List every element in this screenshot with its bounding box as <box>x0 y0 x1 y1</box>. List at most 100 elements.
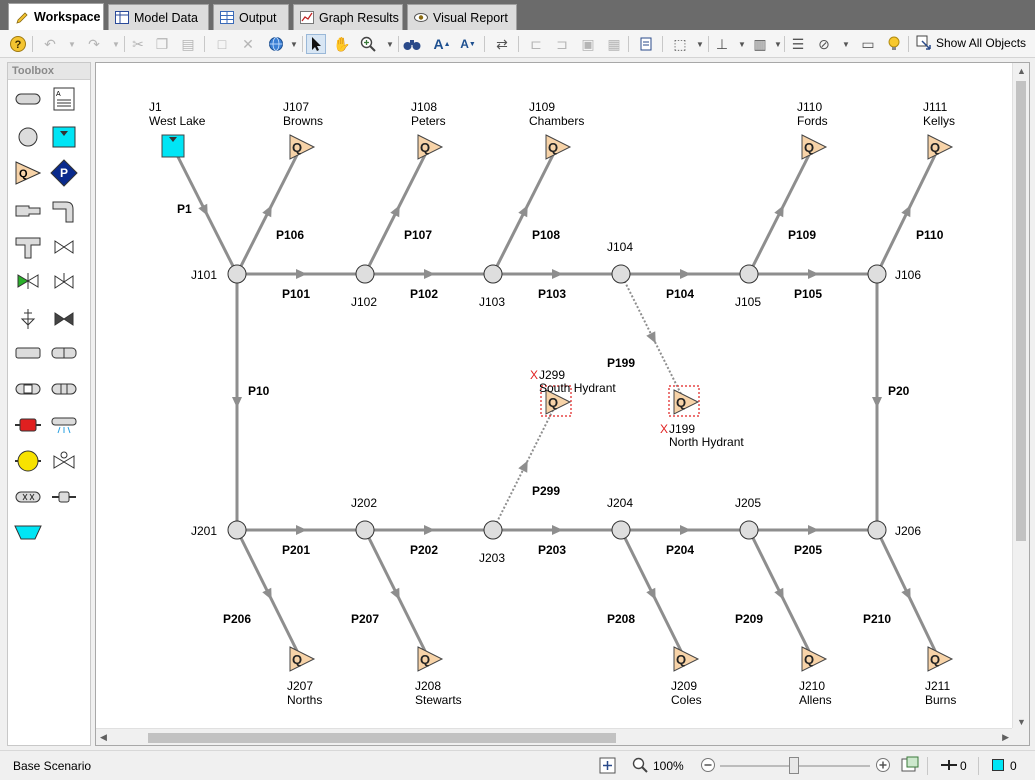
layer-icon[interactable]: ▦ <box>604 34 624 54</box>
junction-j204[interactable]: J204 <box>607 496 633 540</box>
tool-open-tank[interactable] <box>14 519 42 547</box>
tool-orifice[interactable] <box>14 375 42 403</box>
junction-j202[interactable]: J202 <box>351 496 377 540</box>
pipe-p102[interactable]: P102 <box>365 269 493 301</box>
vertical-scroll-thumb[interactable] <box>1016 81 1026 541</box>
vertical-scrollbar[interactable]: ▲ ▼ <box>1012 63 1029 730</box>
tool-assigned-flow[interactable]: Q <box>14 159 42 187</box>
lightbulb-icon[interactable] <box>884 34 904 54</box>
junction-j203[interactable]: J203 <box>479 520 505 565</box>
window-icon[interactable]: ▭ <box>858 34 878 54</box>
zoom-icon[interactable] <box>358 34 378 54</box>
align-dropdown-icon[interactable]: ▼ <box>732 34 752 54</box>
prohibit-dropdown-icon[interactable]: ▼ <box>836 34 856 54</box>
pipe-p106[interactable]: P106 <box>235 146 304 275</box>
junction-j103[interactable]: J103 <box>479 264 505 309</box>
pipe-p101[interactable]: P101 <box>237 269 365 301</box>
tool-general-component[interactable] <box>50 375 78 403</box>
junction-j101[interactable]: J101 <box>191 264 247 284</box>
junction-j208[interactable]: Q J208Stewarts <box>415 646 462 707</box>
junction-j210[interactable]: Q J210Allens <box>799 646 832 707</box>
pipe-p107[interactable]: P107 <box>363 146 432 275</box>
zoom-slider-thumb[interactable] <box>789 757 799 774</box>
prohibit-icon[interactable]: ⊘ <box>814 34 834 54</box>
fit-to-window-icon[interactable] <box>599 757 616 777</box>
tool-dead-end[interactable] <box>14 483 42 511</box>
annotation-icon[interactable] <box>636 34 656 54</box>
pipe-p203[interactable]: P203 <box>493 525 621 557</box>
tool-valve[interactable] <box>50 233 78 261</box>
pipe-p20[interactable]: P20 <box>872 274 910 530</box>
scroll-left-icon[interactable]: ◀ <box>100 732 107 743</box>
duplicate-icon[interactable]: □ <box>212 34 232 54</box>
tab-output[interactable]: Output <box>213 4 289 30</box>
globe-dropdown-icon[interactable]: ▼ <box>284 34 304 54</box>
pipe-p210[interactable]: P210 <box>863 529 941 660</box>
junction-j206[interactable]: J206 <box>867 520 921 540</box>
tab-model-data[interactable]: Model Data <box>108 4 209 30</box>
select-arrow-icon[interactable] <box>306 34 326 54</box>
junction-j106[interactable]: J106 <box>867 264 921 284</box>
tool-check-valve[interactable] <box>14 267 42 295</box>
junction-j108[interactable]: Q J108Peters <box>411 100 446 160</box>
binoculars-icon[interactable] <box>402 34 422 54</box>
tool-control-valve[interactable] <box>50 267 78 295</box>
overview-icon[interactable] <box>901 756 919 777</box>
tool-volume-balance[interactable] <box>14 411 42 439</box>
tool-bend[interactable] <box>50 197 78 225</box>
ungroup-icon[interactable]: ⊐ <box>552 34 572 54</box>
undo-icon[interactable]: ↶ <box>40 34 60 54</box>
junction-j111[interactable]: Q J111Kellys <box>923 100 955 160</box>
tool-annotation[interactable]: A <box>50 85 78 113</box>
distribute-icon[interactable]: ▥ <box>750 34 770 54</box>
workspace-canvas[interactable]: P1 P106 P107 P108 P109 P110 P101 P102 P103 P104 P1… <box>95 62 1030 746</box>
junction-j105[interactable]: J105 <box>735 264 761 309</box>
junction-j1[interactable]: J1West Lake <box>149 100 206 158</box>
tool-connector[interactable] <box>50 483 78 511</box>
tool-control-valve-alt[interactable] <box>50 447 78 475</box>
help-icon[interactable]: ? <box>8 34 28 54</box>
globe-icon[interactable] <box>266 34 286 54</box>
distribute-dropdown-icon[interactable]: ▼ <box>768 34 788 54</box>
paste-icon[interactable]: ▤ <box>178 34 198 54</box>
tool-branch[interactable] <box>14 123 42 151</box>
redo-dropdown-icon[interactable]: ▼ <box>106 34 126 54</box>
scroll-down-icon[interactable]: ▼ <box>1017 717 1026 727</box>
junction-j102[interactable]: J102 <box>351 264 377 309</box>
pipe-p109[interactable]: P109 <box>747 146 816 275</box>
tab-visual-report[interactable]: Visual Report <box>407 4 517 30</box>
junction-j201[interactable]: J201 <box>191 520 247 540</box>
tool-pump[interactable] <box>14 447 42 475</box>
zoom-in-icon[interactable] <box>875 757 891 776</box>
pipe-p10[interactable]: P10 <box>232 274 270 530</box>
pipe-p299[interactable]: P299 <box>492 401 560 531</box>
tool-tee[interactable] <box>14 233 42 261</box>
scroll-up-icon[interactable]: ▲ <box>1017 66 1026 76</box>
tool-spray[interactable] <box>50 305 78 333</box>
pipe-p205[interactable]: P205 <box>749 525 877 557</box>
reverse-direction-icon[interactable]: ⇄ <box>492 34 512 54</box>
lock-icon[interactable]: ▣ <box>578 34 598 54</box>
group-icon[interactable]: ⊏ <box>526 34 546 54</box>
tool-heat-exchanger[interactable] <box>14 339 42 367</box>
delete-icon[interactable]: ✕ <box>238 34 258 54</box>
tool-pipe[interactable] <box>14 85 42 113</box>
pipe-p103[interactable]: P103 <box>493 269 621 301</box>
scroll-right-icon[interactable]: ▶ <box>1002 732 1009 743</box>
copy-icon[interactable]: ❐ <box>152 34 172 54</box>
pipe-p110[interactable]: P110 <box>875 146 944 275</box>
junction-j107[interactable]: Q J107Browns <box>283 100 323 160</box>
zoom-out-icon[interactable] <box>700 757 716 776</box>
junction-j211[interactable]: Q J211Burns <box>925 646 956 707</box>
junction-j199[interactable]: QX J199North Hydrant <box>660 385 744 449</box>
horizontal-scroll-thumb[interactable] <box>148 733 616 743</box>
junction-j104[interactable]: J104 <box>607 240 633 284</box>
undo-dropdown-icon[interactable]: ▼ <box>62 34 82 54</box>
junction-j109[interactable]: Q J109Chambers <box>529 100 584 160</box>
pipe-shape-icon[interactable]: ⬚ <box>670 34 690 54</box>
pipe-p104[interactable]: P104 <box>621 269 749 301</box>
pipe-p201[interactable]: P201 <box>237 525 365 557</box>
zoom-dropdown-icon[interactable]: ▼ <box>380 34 400 54</box>
pipe-p108[interactable]: P108 <box>491 146 560 275</box>
tool-screen[interactable] <box>50 339 78 367</box>
